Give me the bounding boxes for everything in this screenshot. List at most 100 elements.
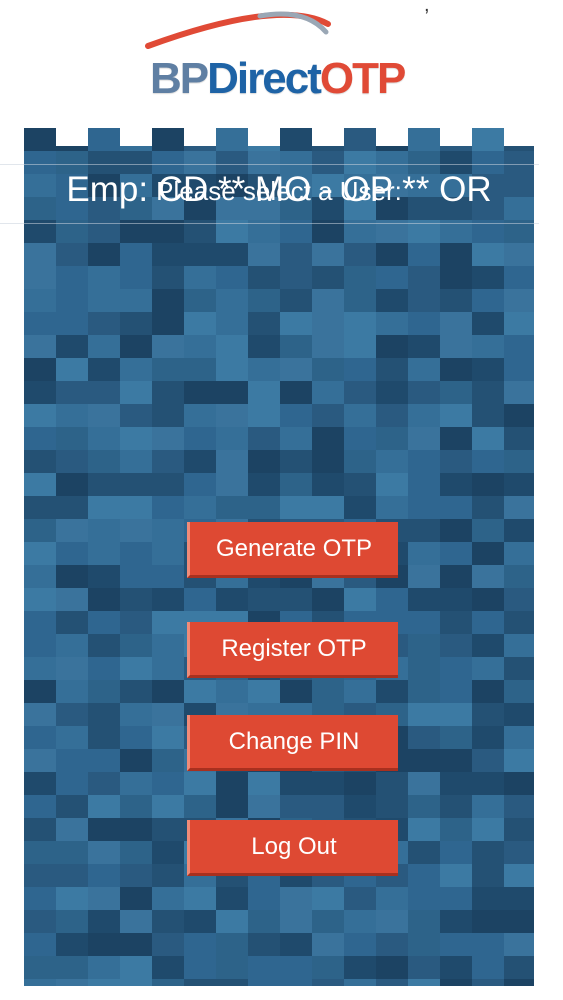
mosaic-tile [280,312,312,335]
mosaic-tile [24,473,56,496]
mosaic-tile [152,979,184,986]
mosaic-tile [152,542,184,565]
mosaic-tile [440,703,472,726]
mosaic-tile [408,427,440,450]
mosaic-tile [472,404,504,427]
mosaic-tile [56,841,88,864]
mosaic-tile [152,450,184,473]
mosaic-tile [280,680,312,703]
mosaic-tile [472,703,504,726]
mosaic-tile [280,933,312,956]
mosaic-tile [408,910,440,933]
log-out-button[interactable]: Log Out [187,820,398,876]
mosaic-tile [504,956,534,979]
mosaic-tile [88,519,120,542]
mosaic-tile [56,243,88,266]
mosaic-tile [56,726,88,749]
mosaic-tile [56,657,88,680]
mosaic-tile [88,818,120,841]
mosaic-tile [184,933,216,956]
user-select-value[interactable]: Emp: CD ** MO - OP ** OR [24,170,534,210]
mosaic-tile [152,841,184,864]
mosaic-notch [184,128,216,146]
mosaic-tile [376,933,408,956]
mosaic-tile [88,496,120,519]
mosaic-tile [120,496,152,519]
mosaic-tile [472,450,504,473]
mosaic-tile [504,680,534,703]
mosaic-tile [504,841,534,864]
mosaic-tile [408,542,440,565]
mosaic-tile [344,795,376,818]
mosaic-tile [24,266,56,289]
mosaic-tile [152,128,184,151]
generate-otp-button[interactable]: Generate OTP [187,522,398,578]
mosaic-tile [248,887,280,910]
mosaic-tile [376,473,408,496]
mosaic-tile [408,956,440,979]
change-pin-button[interactable]: Change PIN [187,715,398,771]
mosaic-tile [248,588,280,611]
mosaic-tile [440,818,472,841]
mosaic-tile [248,910,280,933]
mosaic-tile [216,427,248,450]
mosaic-tile [504,381,534,404]
mosaic-tile [248,266,280,289]
mosaic-tile [408,289,440,312]
mosaic-tile [216,473,248,496]
mosaic-tile [440,450,472,473]
mosaic-tile [504,565,534,588]
mosaic-tile [248,243,280,266]
mosaic-tile [312,910,344,933]
mosaic-tile [440,588,472,611]
mosaic-tile [152,473,184,496]
mosaic-tile [344,979,376,986]
mosaic-tile [312,887,344,910]
mosaic-tile [280,358,312,381]
mosaic-tile [184,335,216,358]
mosaic-tile [120,450,152,473]
register-otp-button[interactable]: Register OTP [187,622,398,678]
mosaic-tile [152,312,184,335]
mosaic-tile [184,450,216,473]
mosaic-tile [280,496,312,519]
mosaic-tile [344,956,376,979]
mosaic-tile [504,818,534,841]
mosaic-tile [152,680,184,703]
mosaic-tile [56,864,88,887]
mosaic-tile [88,726,120,749]
mosaic-tile [184,956,216,979]
mosaic-tile [248,427,280,450]
mosaic-tile [504,266,534,289]
mosaic-tile [344,128,376,151]
mosaic-tile [280,979,312,986]
mosaic-tile [440,519,472,542]
mosaic-tile [312,956,344,979]
mosaic-tile [24,887,56,910]
mosaic-tile [408,933,440,956]
mosaic-tile [152,933,184,956]
mosaic-tile [152,956,184,979]
mosaic-tile [88,243,120,266]
mosaic-tile [56,634,88,657]
mosaic-tile [408,726,440,749]
mosaic-tile [408,358,440,381]
mosaic-tile [504,312,534,335]
mosaic-tile [472,243,504,266]
mosaic-tile [56,680,88,703]
mosaic-tile [248,956,280,979]
mosaic-tile [24,542,56,565]
mosaic-tile [408,887,440,910]
mosaic-tile [152,266,184,289]
mosaic-tile [312,473,344,496]
mosaic-tile [24,772,56,795]
mosaic-tile [120,243,152,266]
mosaic-tile [120,427,152,450]
mosaic-tile [440,542,472,565]
mosaic-tile [120,726,152,749]
mosaic-tile [120,680,152,703]
mosaic-tile [504,703,534,726]
mosaic-tile [184,243,216,266]
mosaic-tile [56,956,88,979]
mosaic-tile [184,427,216,450]
